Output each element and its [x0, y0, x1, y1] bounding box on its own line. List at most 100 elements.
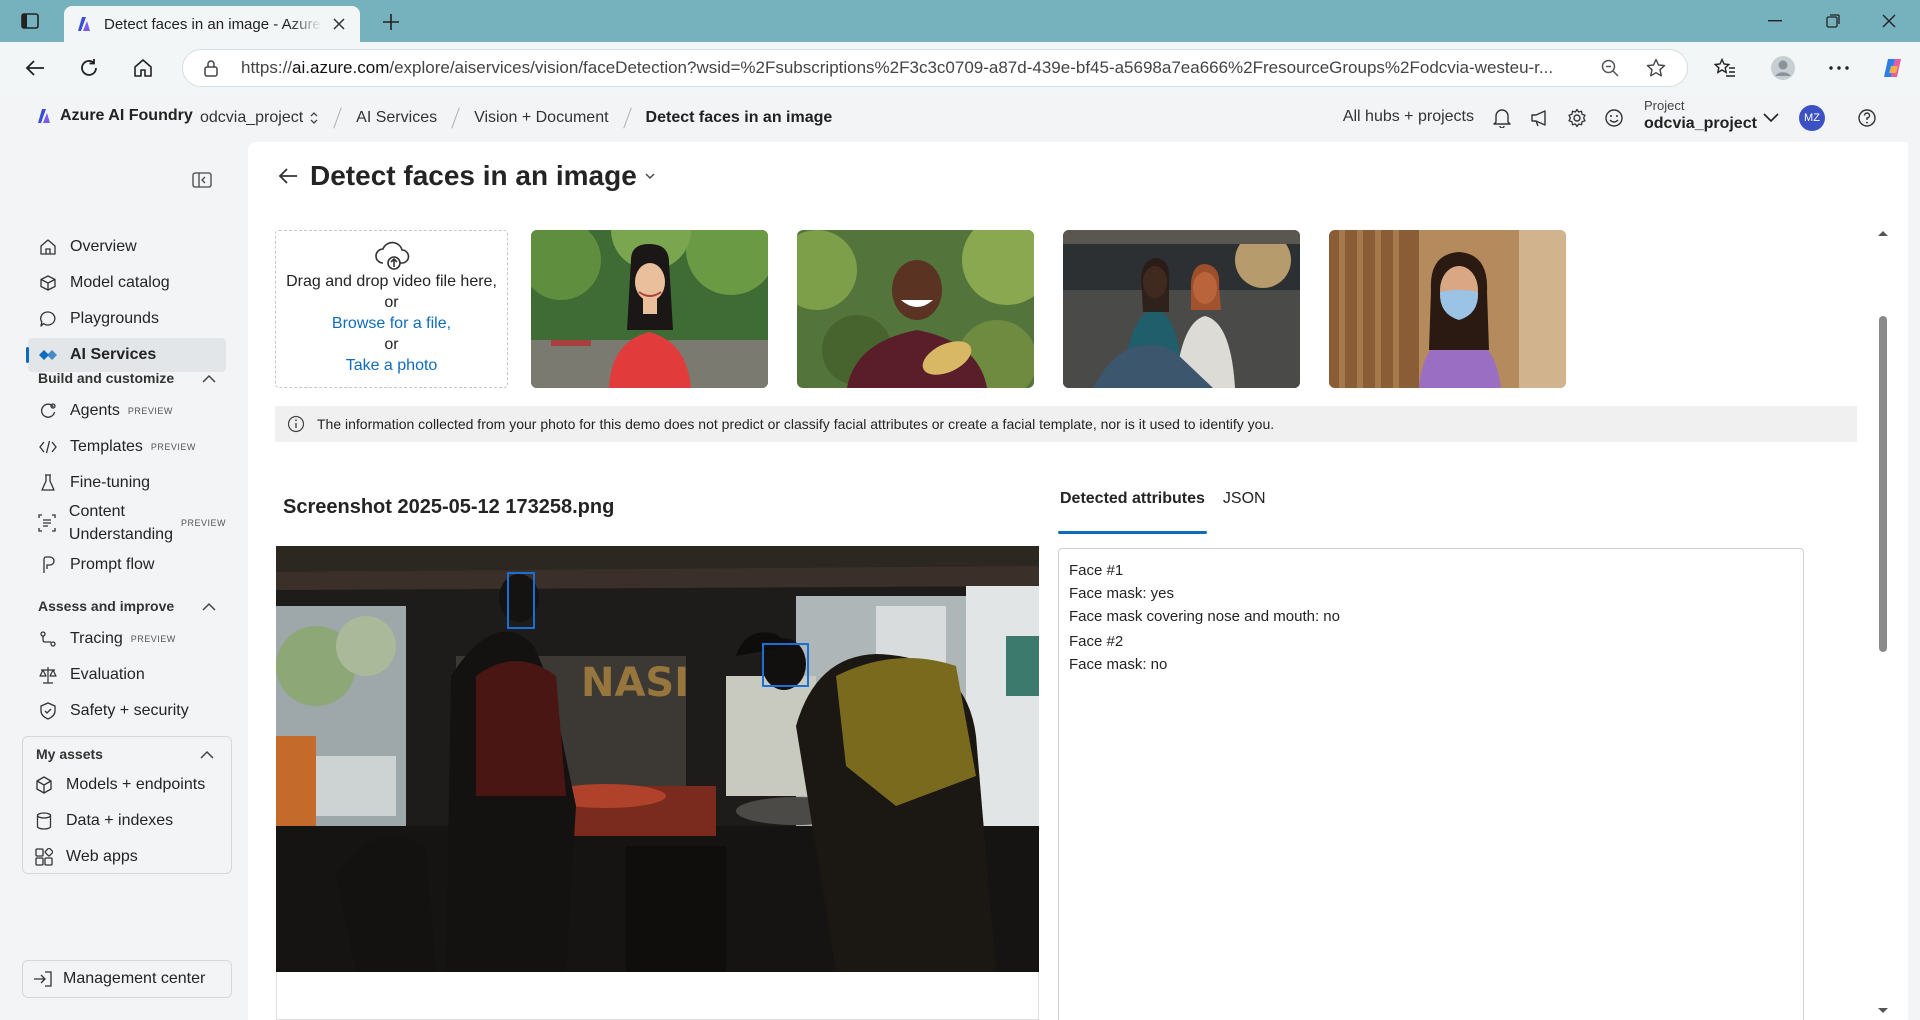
scroll-down-icon[interactable] [1876, 1006, 1890, 1016]
refresh-icon[interactable] [74, 53, 104, 83]
cube-stack-icon [38, 273, 58, 293]
dropzone-or: or [384, 336, 399, 353]
management-center-button[interactable]: Management center [22, 960, 232, 998]
chevron-down-icon[interactable] [1760, 107, 1782, 129]
face-result: Face #1 Face mask: yes Face mask coverin… [1069, 559, 1793, 628]
sidebar-item-label: Prompt flow [70, 556, 155, 573]
sample-image-woman-red[interactable] [531, 230, 768, 388]
favorite-star-icon[interactable] [1641, 53, 1671, 83]
bell-icon[interactable] [1491, 107, 1513, 129]
browser-tab[interactable]: Detect faces in an image - Azure AI Foun… [64, 6, 360, 42]
breadcrumb-ai-services[interactable]: AI Services [356, 109, 437, 127]
scroll-up-icon[interactable] [1876, 228, 1890, 238]
sidebar-item-content-understanding[interactable]: Content Understanding PREVIEW [28, 500, 226, 546]
close-window-icon[interactable] [1866, 8, 1912, 34]
breadcrumb-separator [622, 107, 632, 129]
face-attribute: Face mask: yes [1069, 585, 1175, 602]
copilot-icon[interactable] [1878, 53, 1908, 83]
url-text: https://ai.azure.com/explore/aiservices/… [241, 58, 1595, 78]
back-icon[interactable] [20, 53, 50, 83]
sidebar-item-templates[interactable]: Templates PREVIEW [28, 430, 226, 464]
sample-image-woman-mask[interactable] [1329, 230, 1566, 388]
project-name: odcvia_project [1644, 115, 1757, 132]
sidebar-item-ai-services[interactable]: AI Services [26, 338, 226, 372]
address-bar[interactable]: https://ai.azure.com/explore/aiservices/… [182, 49, 1688, 87]
sidebar-item-data-indexes[interactable]: Data + indexes [24, 804, 222, 838]
sidebar-item-label: Evaluation [70, 666, 145, 683]
feedback-smiley-icon[interactable] [1603, 107, 1625, 129]
breadcrumb-project[interactable]: odcvia_project [200, 109, 303, 127]
site-info-icon[interactable] [203, 59, 223, 77]
chevron-up-icon [202, 374, 216, 383]
tab-detected-attributes[interactable]: Detected attributes [1058, 490, 1207, 534]
file-dropzone[interactable]: Drag and drop video file here, or Browse… [275, 230, 508, 388]
all-hubs-link[interactable]: All hubs + projects [1343, 108, 1474, 126]
app-frame: Azure AI Foundry odcvia_project AI Servi… [0, 94, 1920, 1020]
sidebar-item-label: Playgrounds [70, 310, 159, 327]
sample-image-man-smiling[interactable] [797, 230, 1034, 388]
preview-badge: PREVIEW [150, 442, 196, 452]
zoom-icon[interactable] [1595, 53, 1625, 83]
dropzone-instruction: Drag and drop video file here, [286, 273, 497, 290]
collapse-sidebar-icon[interactable] [192, 172, 214, 192]
sidebar-item-fine-tuning[interactable]: Fine-tuning [28, 466, 226, 500]
favorites-icon[interactable] [1710, 53, 1740, 83]
analyzed-image: NASI [276, 546, 1039, 972]
section-build-and-customize[interactable]: Build and customize [38, 370, 216, 386]
flask-icon [38, 473, 58, 493]
sidebar-item-evaluation[interactable]: Evaluation [28, 658, 226, 692]
breadcrumb-vision-document[interactable]: Vision + Document [474, 109, 608, 127]
info-message-bar: The information collected from your phot… [275, 406, 1857, 442]
new-tab-icon[interactable] [378, 9, 404, 35]
home-browser-icon[interactable] [128, 53, 158, 83]
chat-icon [38, 309, 58, 329]
url-path: /explore/aiservices/vision/faceDetection… [389, 58, 1554, 77]
avatar[interactable]: MZ [1799, 105, 1825, 131]
sidebar-item-safety-security[interactable]: Safety + security [28, 694, 226, 728]
tab-json[interactable]: JSON [1223, 490, 1266, 522]
chevron-up-down-icon[interactable] [309, 111, 319, 125]
profile-icon[interactable] [1768, 53, 1798, 83]
browse-file-link[interactable]: Browse for a file, [276, 313, 507, 334]
sidebar-item-overview[interactable]: Overview [28, 230, 226, 264]
sidebar-item-web-apps[interactable]: Web apps [24, 840, 222, 874]
sidebar-item-model-catalog[interactable]: Model catalog [28, 266, 226, 300]
sidebar-item-agents[interactable]: Agents PREVIEW [28, 394, 226, 428]
tab-title: Detect faces in an image - Azure AI Foun… [104, 15, 322, 33]
close-tab-icon[interactable] [328, 13, 350, 35]
restore-icon[interactable] [1810, 8, 1856, 34]
preview-badge: PREVIEW [180, 518, 226, 528]
help-icon[interactable] [1856, 107, 1878, 129]
sidebar-item-label: Fine-tuning [70, 474, 151, 491]
scrollbar-thumb[interactable] [1879, 316, 1887, 652]
chevron-up-icon [200, 750, 214, 759]
announcements-icon[interactable] [1529, 107, 1551, 129]
sidebar-item-models-endpoints[interactable]: Models + endpoints [24, 768, 222, 802]
more-options-icon[interactable] [1824, 53, 1854, 83]
settings-gear-icon[interactable] [1566, 107, 1588, 129]
tracing-icon [38, 629, 58, 649]
take-photo-link[interactable]: Take a photo [276, 355, 507, 376]
face-result: Face #2 Face mask: no [1069, 630, 1793, 676]
main-scrollbar[interactable] [1876, 222, 1890, 1020]
face-title: Face #2 [1069, 633, 1124, 650]
scale-icon [38, 665, 58, 685]
sidebar-item-playgrounds[interactable]: Playgrounds [28, 302, 226, 336]
minimize-icon[interactable] [1752, 8, 1798, 34]
url-host: ai.azure.com [292, 58, 390, 77]
section-assess-and-improve[interactable]: Assess and improve [38, 598, 216, 614]
section-title: Build and customize [38, 370, 175, 386]
face-title: Face #1 [1069, 562, 1124, 579]
chevron-down-icon[interactable] [645, 173, 655, 179]
sign-in-arrow-icon [33, 971, 53, 987]
sample-image-two-women[interactable] [1063, 230, 1300, 388]
section-my-assets[interactable]: My assets [36, 746, 214, 762]
sidebar-item-tracing[interactable]: Tracing PREVIEW [28, 622, 226, 656]
breadcrumb-separator [333, 107, 342, 129]
url-scheme: https:// [241, 58, 293, 77]
tab-actions-icon[interactable] [18, 10, 42, 32]
project-selector[interactable]: Project odcvia_project [1644, 98, 1757, 133]
back-arrow-icon[interactable] [278, 167, 298, 185]
brand-link[interactable]: Azure AI Foundry [34, 107, 193, 125]
sidebar-item-prompt-flow[interactable]: Prompt flow [28, 548, 226, 582]
